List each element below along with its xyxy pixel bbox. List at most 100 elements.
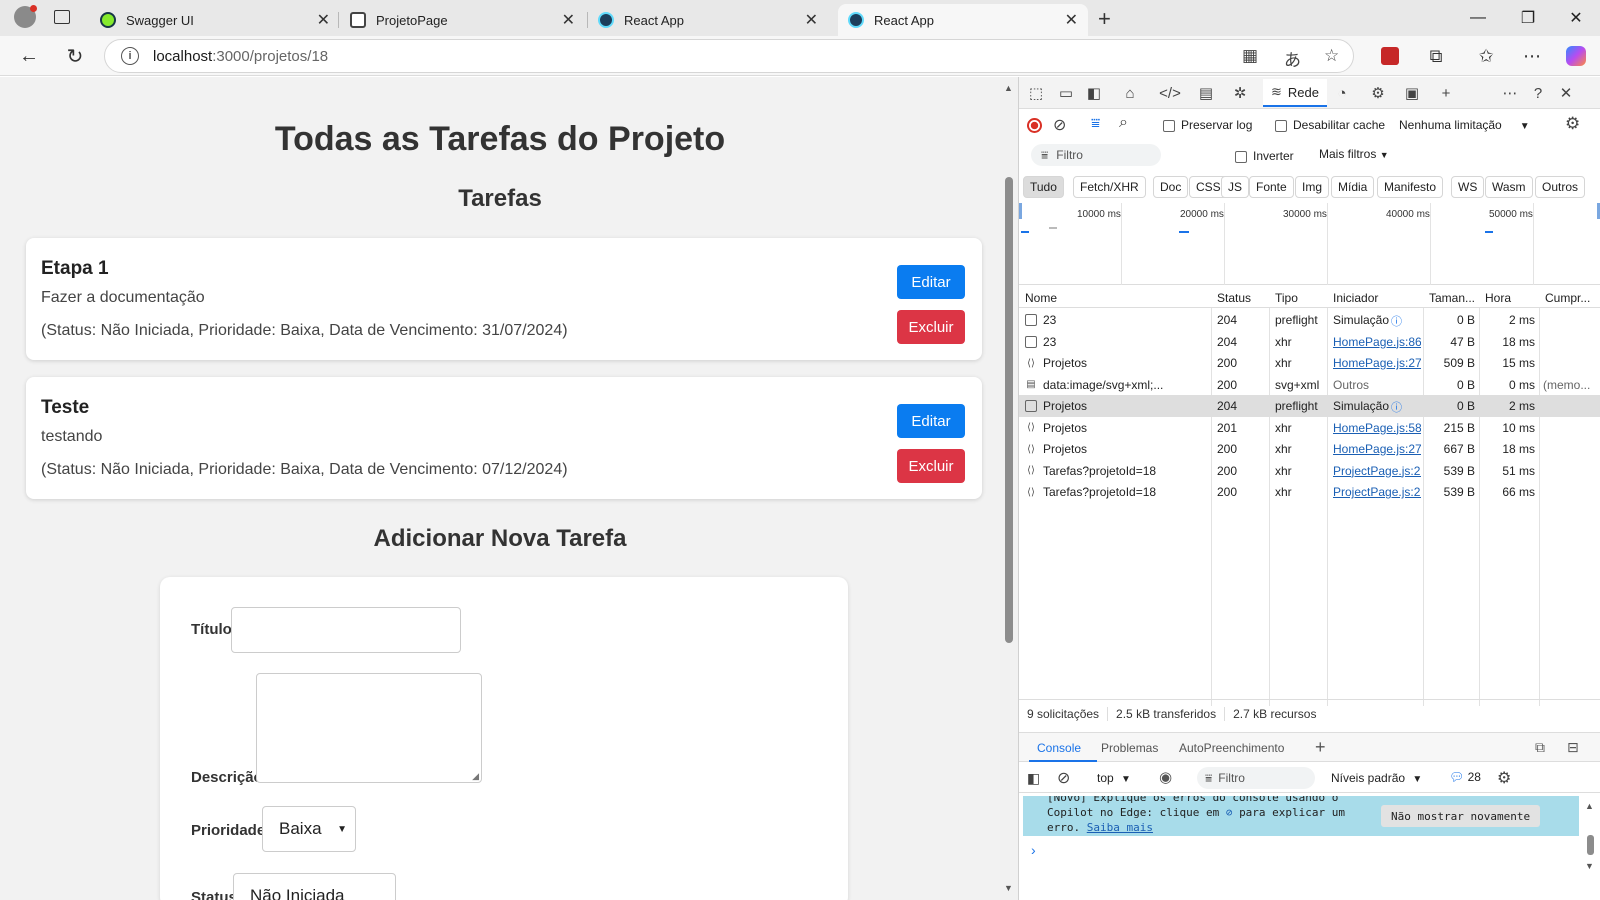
- request-initiator[interactable]: ProjectPage.js:21: [1333, 464, 1421, 478]
- col-status[interactable]: Status: [1217, 291, 1251, 305]
- filter-chip-doc[interactable]: Doc: [1153, 176, 1189, 198]
- learn-more-link[interactable]: Saiba mais: [1087, 821, 1153, 834]
- close-drawer-icon[interactable]: ⊟: [1567, 739, 1579, 756]
- edit-task-button[interactable]: Editar: [897, 404, 965, 438]
- clear-icon[interactable]: ⊘: [1053, 115, 1066, 135]
- settings-gear-icon[interactable]: ⚙: [1367, 83, 1389, 103]
- network-filter-input[interactable]: ⩸ Filtro: [1031, 144, 1161, 166]
- filter-chip-js[interactable]: JS: [1221, 176, 1250, 198]
- favorite-star-icon[interactable]: ☆: [1324, 46, 1339, 66]
- more-menu-icon[interactable]: ⋯: [1520, 45, 1544, 67]
- request-row[interactable]: 23 204 preflight Simulação ⓘ 0 B 2 ms: [1019, 309, 1600, 331]
- device-emulation-icon[interactable]: ▭: [1055, 83, 1077, 103]
- app-available-icon[interactable]: ▦: [1242, 46, 1258, 66]
- filter-chip-fetch-xhr[interactable]: Fetch/XHR: [1073, 176, 1146, 198]
- request-row[interactable]: ⟨⟩ Tarefas?projetoId=18 200 xhr ProjectPage.…: [1019, 460, 1600, 482]
- request-initiator[interactable]: HomePage.js:58: [1333, 421, 1421, 435]
- tab-react-app-1[interactable]: React App ✕: [588, 4, 828, 36]
- console-scroll-thumb[interactable]: [1587, 835, 1594, 855]
- reload-icon[interactable]: ↻: [60, 42, 90, 70]
- filter-funnel-icon[interactable]: ⩸: [1091, 115, 1100, 132]
- tab-console[interactable]: Console: [1037, 741, 1081, 755]
- filter-chip-other[interactable]: Outros: [1535, 176, 1586, 198]
- page-scrollbar[interactable]: ▲ ▼: [1000, 77, 1018, 900]
- search-icon[interactable]: ⌕: [1119, 114, 1128, 132]
- edit-task-button[interactable]: Editar: [897, 265, 965, 299]
- filter-chip-ws[interactable]: WS: [1451, 176, 1485, 198]
- issues-counter[interactable]: 💬︎ 28: [1449, 770, 1481, 784]
- delete-task-button[interactable]: Excluir: [897, 310, 965, 344]
- console-settings-icon[interactable]: ⚙: [1497, 768, 1511, 788]
- elements-icon[interactable]: </>: [1159, 83, 1181, 103]
- timeline-left-handle[interactable]: [1019, 203, 1022, 219]
- filter-chip-media[interactable]: Mídia: [1331, 176, 1375, 198]
- col-name[interactable]: Nome: [1025, 291, 1057, 305]
- tab-swagger-ui[interactable]: Swagger UI ✕: [90, 4, 340, 36]
- welcome-home-icon[interactable]: ⌂: [1119, 83, 1141, 103]
- close-tab-icon[interactable]: ✕: [805, 10, 818, 30]
- copilot-icon[interactable]: [1564, 45, 1588, 67]
- resize-handle-icon[interactable]: ◢: [472, 771, 479, 782]
- tab-projetopage[interactable]: ProjetoPage ✕: [340, 4, 585, 36]
- application-icon[interactable]: ▣: [1401, 83, 1423, 103]
- tab-autofill[interactable]: AutoPreenchimento: [1179, 741, 1284, 755]
- close-tab-icon[interactable]: ✕: [562, 10, 575, 30]
- tab-react-app-active[interactable]: React App ✕: [838, 4, 1088, 36]
- col-fulfilled[interactable]: Cumpr...: [1545, 291, 1590, 305]
- col-initiator[interactable]: Iniciador: [1333, 291, 1378, 305]
- col-type[interactable]: Tipo: [1275, 291, 1298, 305]
- info-circle-icon[interactable]: ⓘ: [1391, 313, 1402, 329]
- new-tab-icon[interactable]: +: [1098, 6, 1111, 32]
- dont-show-again-button[interactable]: Não mostrar novamente: [1381, 805, 1541, 827]
- request-row[interactable]: ⟨⟩ Projetos 201 xhr HomePage.js:58 215 B 10 ms: [1019, 417, 1600, 439]
- col-size[interactable]: Taman...: [1429, 291, 1475, 305]
- filter-chip-all[interactable]: Tudo: [1023, 176, 1064, 198]
- devtools-more-icon[interactable]: ⋯: [1499, 83, 1521, 103]
- close-devtools-icon[interactable]: ✕: [1555, 83, 1577, 103]
- minimize-icon[interactable]: —: [1462, 6, 1494, 30]
- request-row[interactable]: Projetos 204 preflight Simulação ⓘ 0 B 2 ms: [1019, 395, 1600, 417]
- help-icon[interactable]: ?: [1527, 83, 1549, 103]
- request-row[interactable]: 23 204 xhr HomePage.js:86 47 B 18 ms: [1019, 331, 1600, 353]
- add-drawer-tab-icon[interactable]: +: [1315, 737, 1326, 758]
- request-row[interactable]: ▤ data:image/svg+xml;... 200 svg+xml Outros 0…: [1019, 374, 1600, 396]
- invert-checkbox[interactable]: Inverter: [1235, 149, 1294, 163]
- extension-red-icon[interactable]: [1378, 45, 1402, 67]
- more-tools-plus-icon[interactable]: +: [1435, 83, 1457, 103]
- site-info-icon[interactable]: i: [121, 47, 139, 65]
- tab-network[interactable]: ≋ Rede: [1263, 79, 1327, 107]
- back-icon[interactable]: ←: [14, 42, 44, 70]
- info-circle-icon[interactable]: ⓘ: [1391, 399, 1402, 415]
- request-initiator[interactable]: HomePage.js:27: [1333, 442, 1421, 456]
- url-field[interactable]: i localhost:3000/projetos/18: [104, 39, 1354, 73]
- console-scroll-up-icon[interactable]: ▲: [1585, 801, 1594, 811]
- tab-issues[interactable]: Problemas: [1101, 741, 1158, 755]
- console-scroll-down-icon[interactable]: ▼: [1585, 861, 1594, 871]
- filter-chip-img[interactable]: Img: [1295, 176, 1330, 198]
- scroll-thumb[interactable]: [1005, 177, 1013, 643]
- undock-drawer-icon[interactable]: ⧉: [1535, 739, 1545, 756]
- log-levels-select[interactable]: Níveis padrão ▼: [1331, 771, 1422, 785]
- sources-bug-icon[interactable]: ✲: [1229, 83, 1251, 103]
- close-window-icon[interactable]: ✕: [1560, 6, 1592, 30]
- network-settings-icon[interactable]: ⚙: [1565, 114, 1580, 134]
- scroll-up-icon[interactable]: ▲: [1004, 83, 1013, 93]
- status-select[interactable]: Não Iniciada: [233, 873, 396, 900]
- network-timeline[interactable]: 10000 ms 20000 ms 30000 ms 40000 ms 5000…: [1019, 203, 1600, 285]
- performance-icon[interactable]: ◔: [1331, 83, 1353, 103]
- priority-select[interactable]: Baixa ▼: [262, 806, 356, 852]
- tab-actions-icon[interactable]: [54, 10, 70, 24]
- throttling-select[interactable]: Nenhuma limitação ▼: [1399, 118, 1530, 132]
- filter-chip-manifest[interactable]: Manifesto: [1377, 176, 1444, 198]
- request-row[interactable]: ⟨⟩ Projetos 200 xhr HomePage.js:27 667 B 18 ms: [1019, 438, 1600, 460]
- console-prompt-icon[interactable]: ›: [1031, 842, 1036, 858]
- close-tab-icon[interactable]: ✕: [1065, 10, 1078, 30]
- preserve-log-checkbox[interactable]: Preservar log: [1163, 118, 1252, 132]
- profile-avatar-icon[interactable]: [14, 5, 37, 28]
- filter-chip-font[interactable]: Fonte: [1249, 176, 1294, 198]
- favorites-icon[interactable]: ✩: [1474, 45, 1498, 67]
- request-row[interactable]: ⟨⟩ Tarefas?projetoId=18 200 xhr ProjectPage.…: [1019, 481, 1600, 503]
- request-row[interactable]: ⟨⟩ Projetos 200 xhr HomePage.js:27 509 B 15 ms: [1019, 352, 1600, 374]
- inspect-element-icon[interactable]: ⬚: [1025, 83, 1047, 103]
- filter-chip-wasm[interactable]: Wasm: [1485, 176, 1533, 198]
